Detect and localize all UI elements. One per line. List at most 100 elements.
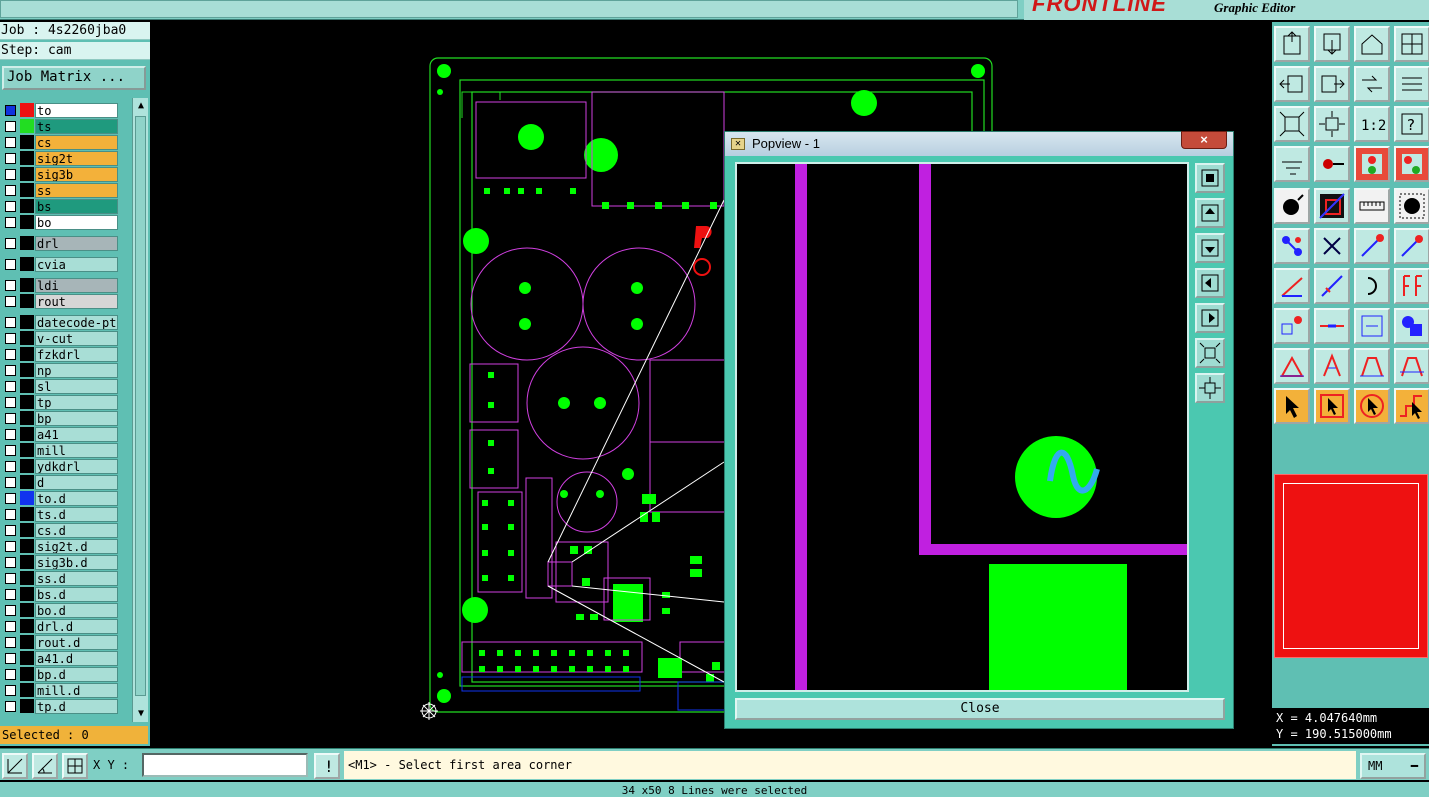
layer-color-swatch[interactable] <box>20 363 34 377</box>
layer-checkbox[interactable] <box>5 185 16 196</box>
triangle-a-icon[interactable] <box>1314 348 1350 384</box>
layer-name[interactable]: bp.d <box>35 667 118 682</box>
layer-color-swatch[interactable] <box>20 119 34 133</box>
layer-row[interactable]: ts <box>0 118 120 134</box>
layer-row[interactable]: drl.d <box>0 618 120 634</box>
arc-icon[interactable] <box>1354 268 1390 304</box>
layer-color-swatch[interactable] <box>20 619 34 633</box>
layer-row[interactable]: rout <box>0 293 120 309</box>
scale-1-2-icon[interactable]: 1:2 <box>1354 106 1390 142</box>
layer-color-swatch[interactable] <box>20 151 34 165</box>
layer-checkbox[interactable] <box>5 137 16 148</box>
pointer-circle-icon[interactable] <box>1354 388 1390 424</box>
angle-measure-icon[interactable] <box>32 753 58 779</box>
layer-name[interactable]: datecode-pte <box>35 315 118 330</box>
layer-row[interactable]: datecode-pte <box>0 314 120 330</box>
measure-icon[interactable] <box>2 753 28 779</box>
grid-snap-icon[interactable] <box>62 753 88 779</box>
diagonal-icon[interactable] <box>1314 268 1350 304</box>
layer-row[interactable]: ydkdrl <box>0 458 120 474</box>
layer-color-swatch[interactable] <box>20 651 34 665</box>
trace-end-icon[interactable] <box>1394 228 1429 264</box>
target-icon[interactable] <box>1394 188 1429 224</box>
layer-checkbox[interactable] <box>5 105 16 116</box>
layer-color-swatch[interactable] <box>20 236 34 250</box>
layer-checkbox[interactable] <box>5 153 16 164</box>
layer-row[interactable]: sig2t.d <box>0 538 120 554</box>
layer-name[interactable]: ts.d <box>35 507 118 522</box>
layer-name[interactable]: a41 <box>35 427 118 442</box>
layer-row[interactable]: bp <box>0 410 120 426</box>
pointer-box-icon[interactable] <box>1314 388 1350 424</box>
layer-name[interactable]: tp.d <box>35 699 118 714</box>
layer-name[interactable]: ss <box>35 183 118 198</box>
layer-name[interactable]: d <box>35 475 118 490</box>
layer-color-swatch[interactable] <box>20 555 34 569</box>
layer-name[interactable]: to <box>35 103 118 118</box>
move-right-icon[interactable] <box>1314 66 1350 102</box>
layer-checkbox[interactable] <box>5 701 16 712</box>
layer-checkbox[interactable] <box>5 621 16 632</box>
swap-icon[interactable] <box>1354 66 1390 102</box>
layer-row[interactable]: np <box>0 362 120 378</box>
layer-row[interactable]: sig3b.d <box>0 554 120 570</box>
trace-add-icon[interactable] <box>1354 228 1390 264</box>
layer-row[interactable]: drl <box>0 235 120 251</box>
triangle-icon[interactable] <box>1274 348 1310 384</box>
layer-down-icon[interactable] <box>1314 26 1350 62</box>
layer-row[interactable]: bs <box>0 198 120 214</box>
layer-checkbox[interactable] <box>5 413 16 424</box>
layer-checkbox[interactable] <box>5 461 16 472</box>
layer-row[interactable]: bs.d <box>0 586 120 602</box>
feature-icon[interactable] <box>1274 308 1310 344</box>
units-selector[interactable]: MM ━ <box>1360 753 1426 779</box>
scroll-down-icon[interactable]: ▼ <box>135 708 147 720</box>
layer-color-swatch[interactable] <box>20 571 34 585</box>
layer-row[interactable]: cvia <box>0 256 120 272</box>
layer-color-swatch[interactable] <box>20 667 34 681</box>
layer-checkbox[interactable] <box>5 349 16 360</box>
layer-color-swatch[interactable] <box>20 427 34 441</box>
layer-name[interactable]: a41.d <box>35 651 118 666</box>
triangle-c-icon[interactable] <box>1394 348 1429 384</box>
layer-color-swatch[interactable] <box>20 315 34 329</box>
layer-name[interactable]: ss.d <box>35 571 118 586</box>
dash-icon[interactable] <box>1314 308 1350 344</box>
layer-checkbox[interactable] <box>5 397 16 408</box>
layer-row[interactable]: mill <box>0 442 120 458</box>
help-icon[interactable]: ? <box>1394 106 1429 142</box>
slope-icon[interactable] <box>1274 268 1310 304</box>
layer-row[interactable]: d <box>0 474 120 490</box>
layer-color-swatch[interactable] <box>20 603 34 617</box>
pointer-icon[interactable] <box>1274 388 1310 424</box>
layer-row[interactable]: a41.d <box>0 650 120 666</box>
layer-row[interactable]: sig2t <box>0 150 120 166</box>
layer-name[interactable]: sig3b <box>35 167 118 182</box>
layer-color-swatch[interactable] <box>20 459 34 473</box>
layer-color-swatch[interactable] <box>20 443 34 457</box>
alert-icon[interactable]: ! <box>314 753 340 779</box>
mirror-icon[interactable] <box>1394 268 1429 304</box>
layer-color-swatch[interactable] <box>20 475 34 489</box>
layer-checkbox[interactable] <box>5 201 16 212</box>
layer-name[interactable]: ydkdrl <box>35 459 118 474</box>
layer-row[interactable]: tp <box>0 394 120 410</box>
job-matrix-button[interactable]: Job Matrix ... <box>2 66 146 90</box>
layer-color-swatch[interactable] <box>20 411 34 425</box>
layer-color-swatch[interactable] <box>20 635 34 649</box>
layer-name[interactable]: mill <box>35 443 118 458</box>
layer-name[interactable]: rout.d <box>35 635 118 650</box>
layer-name[interactable]: bo <box>35 215 118 230</box>
layer-row[interactable]: fzkdrl <box>0 346 120 362</box>
connect-icon[interactable] <box>1274 228 1310 264</box>
layer-color-swatch[interactable] <box>20 257 34 271</box>
popview-titlebar[interactable]: ✕ Popview - 1 <box>725 132 1233 156</box>
layer-name[interactable]: sig2t <box>35 151 118 166</box>
triangle-b-icon[interactable] <box>1354 348 1390 384</box>
popview-close-button[interactable]: Close <box>735 698 1225 720</box>
layer-checkbox[interactable] <box>5 685 16 696</box>
pointer-path-icon[interactable] <box>1394 388 1429 424</box>
layer-checkbox[interactable] <box>5 238 16 249</box>
layer-name[interactable]: ldi <box>35 278 118 293</box>
snap-icon[interactable] <box>1274 146 1310 182</box>
